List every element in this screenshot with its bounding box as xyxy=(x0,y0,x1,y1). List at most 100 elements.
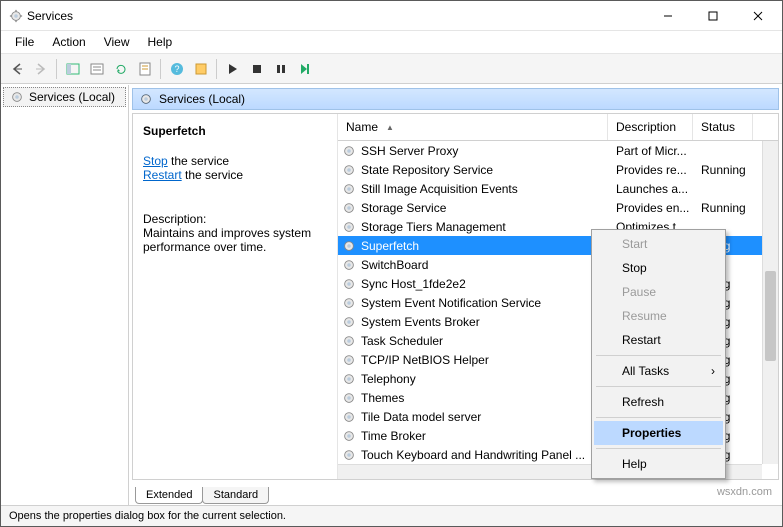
table-row[interactable]: Still Image Acquisition Events Launches a… xyxy=(338,179,778,198)
gear-icon xyxy=(342,315,356,329)
row-name: Sync Host_1fde2e2 xyxy=(361,277,466,291)
show-hide-tree-button[interactable] xyxy=(61,57,84,80)
gear-icon xyxy=(342,144,356,158)
pause-service-button[interactable] xyxy=(269,57,292,80)
watermark: wsxdn.com xyxy=(717,486,772,498)
row-description: Provides en... xyxy=(608,201,693,215)
gear-icon xyxy=(342,220,356,234)
ctx-refresh[interactable]: Refresh xyxy=(594,390,723,414)
row-description: Launches a... xyxy=(608,182,693,196)
restart-link[interactable]: Restart xyxy=(143,168,182,182)
row-name: TCP/IP NetBIOS Helper xyxy=(361,353,489,367)
services-window: Services File Action View Help ? xyxy=(0,0,783,527)
menu-help[interactable]: Help xyxy=(140,33,181,51)
statusbar: Opens the properties dialog box for the … xyxy=(1,505,782,526)
detail-service-name: Superfetch xyxy=(143,124,327,138)
context-menu: Start Stop Pause Resume Restart All Task… xyxy=(591,229,726,479)
tree-root-services-local[interactable]: Services (Local) xyxy=(3,87,126,107)
vertical-scrollbar[interactable] xyxy=(762,141,778,464)
caption-bar: Services (Local) xyxy=(132,88,779,110)
row-name: Time Broker xyxy=(361,429,426,443)
gear-icon xyxy=(342,182,356,196)
gear-icon xyxy=(342,448,356,462)
tab-extended[interactable]: Extended xyxy=(135,487,203,504)
gear-icon xyxy=(342,239,356,253)
table-row[interactable]: State Repository Service Provides re...Ru… xyxy=(338,160,778,179)
row-name: State Repository Service xyxy=(361,163,493,177)
row-name: Storage Tiers Management xyxy=(361,220,506,234)
row-description: Provides re... xyxy=(608,163,693,177)
gear-icon xyxy=(10,90,24,104)
start-service-button[interactable] xyxy=(221,57,244,80)
ctx-separator xyxy=(596,355,721,356)
detail-pane: Superfetch Stop the service Restart the … xyxy=(133,114,338,479)
menu-action[interactable]: Action xyxy=(44,33,93,51)
tabstrip: Extended Standard xyxy=(129,483,782,505)
ctx-restart[interactable]: Restart xyxy=(594,328,723,352)
stop-icon xyxy=(251,63,263,75)
close-button[interactable] xyxy=(735,2,780,30)
export-list-button[interactable] xyxy=(85,57,108,80)
help-topics-button[interactable] xyxy=(189,57,212,80)
ctx-stop[interactable]: Stop xyxy=(594,256,723,280)
menu-view[interactable]: View xyxy=(96,33,138,51)
manual-icon xyxy=(194,62,208,76)
toolbar: ? xyxy=(1,54,782,84)
table-row[interactable]: SSH Server ProxyPart of Micr... xyxy=(338,141,778,160)
gear-icon xyxy=(342,353,356,367)
maximize-button[interactable] xyxy=(690,2,735,30)
caption-text: Services (Local) xyxy=(159,92,245,106)
sort-ascending-icon: ▲ xyxy=(386,123,394,132)
menubar: File Action View Help xyxy=(1,31,782,54)
gear-icon xyxy=(342,391,356,405)
detail-description-heading: Description: xyxy=(143,212,327,226)
gear-icon xyxy=(342,296,356,310)
properties-button[interactable] xyxy=(133,57,156,80)
row-name: Storage Service xyxy=(361,201,446,215)
refresh-button[interactable] xyxy=(109,57,132,80)
column-name[interactable]: Name ▲ xyxy=(338,114,608,140)
titlebar: Services xyxy=(1,1,782,31)
tab-standard[interactable]: Standard xyxy=(202,487,269,504)
column-description[interactable]: Description xyxy=(608,114,693,140)
arrow-left-icon xyxy=(10,62,24,76)
gear-icon xyxy=(139,92,153,106)
menu-file[interactable]: File xyxy=(7,33,42,51)
gear-icon xyxy=(342,277,356,291)
row-status: Running xyxy=(693,201,753,215)
gear-icon xyxy=(342,258,356,272)
ctx-help[interactable]: Help xyxy=(594,452,723,476)
forward-button[interactable] xyxy=(29,57,52,80)
restart-icon xyxy=(299,63,311,75)
stop-service-button[interactable] xyxy=(245,57,268,80)
ctx-all-tasks[interactable]: All Tasks xyxy=(594,359,723,383)
minimize-button[interactable] xyxy=(645,2,690,30)
row-name: Still Image Acquisition Events xyxy=(361,182,518,196)
row-status: Running xyxy=(693,163,753,177)
row-name: Touch Keyboard and Handwriting Panel ... xyxy=(361,448,585,462)
app-icon xyxy=(9,9,23,23)
back-button[interactable] xyxy=(5,57,28,80)
properties-icon xyxy=(138,62,152,76)
row-name: System Event Notification Service xyxy=(361,296,541,310)
row-description: Part of Micr... xyxy=(608,144,693,158)
row-name: SwitchBoard xyxy=(361,258,428,272)
ctx-start: Start xyxy=(594,232,723,256)
ctx-resume: Resume xyxy=(594,304,723,328)
scrollbar-thumb[interactable] xyxy=(765,271,776,361)
column-status[interactable]: Status xyxy=(693,114,753,140)
ctx-properties[interactable]: Properties xyxy=(594,421,723,445)
refresh-icon xyxy=(114,62,128,76)
detail-description-body: Maintains and improves system performanc… xyxy=(143,226,327,254)
restart-service-button[interactable] xyxy=(293,57,316,80)
row-name: Telephony xyxy=(361,372,416,386)
gear-icon xyxy=(342,163,356,177)
tree-root-label: Services (Local) xyxy=(29,90,115,104)
help-button[interactable]: ? xyxy=(165,57,188,80)
detail-stop-line: Stop the service xyxy=(143,154,327,168)
list-icon xyxy=(90,62,104,76)
stop-link[interactable]: Stop xyxy=(143,154,168,168)
table-row[interactable]: Storage Service Provides en...Running xyxy=(338,198,778,217)
row-name: Superfetch xyxy=(361,239,419,253)
gear-icon xyxy=(342,201,356,215)
